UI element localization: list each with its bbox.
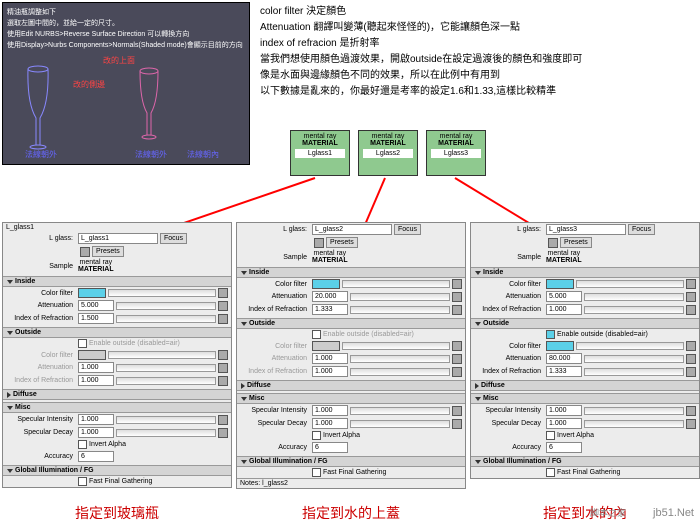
glass-wireframe-2 [135,65,163,143]
hypershade-nodes: mental rayMATERIALLglass1 mental rayMATE… [290,130,486,176]
attenuation-input[interactable] [78,300,114,311]
focus-button[interactable]: Focus [160,233,187,244]
node-lglass1[interactable]: mental rayMATERIALLglass1 [290,130,350,176]
attr-editor-2: L glass:Focus Presets Samplemental rayMA… [236,222,466,489]
preset-icon[interactable] [80,247,90,257]
notes-field[interactable]: Notes: l_glass2 [240,480,288,487]
enable-outside-checked[interactable] [546,330,555,339]
caption-1: 指定到玻璃瓶 [2,503,232,523]
attr-editor-1: L_glass1 L glass:Focus Presets Samplemen… [2,222,232,488]
label-top: 改的上面 [103,55,135,66]
caption-2: 指定到水的上蓋 [236,503,466,523]
attr-editor-3: L glass:Focus Presets Samplemental rayMA… [470,222,700,479]
chevron-down-icon[interactable] [7,280,13,284]
tab-name[interactable]: L_glass1 [6,224,34,231]
glass-wireframe-1 [23,63,53,153]
ior-input[interactable] [78,313,114,324]
watermark-text: 脚本之家 [590,506,626,519]
node-lglass3[interactable]: mental rayMATERIALLglass3 [426,130,486,176]
maya-viewport: 精油瓶調整如下選取左圖中間的，並給一定的尺寸。使用Edit NURBS>Reve… [2,2,250,165]
description-text: color filter 決定顏色Attenuation 翻譯叫變薄(聽起來怪怪… [260,4,582,100]
node-lglass2[interactable]: mental rayMATERIALLglass2 [358,130,418,176]
presets-button[interactable]: Presets [92,246,124,257]
watermark-site: jb51.Net [653,507,694,519]
name-field[interactable] [78,233,158,244]
enable-outside-checkbox[interactable] [78,339,87,348]
slider[interactable] [108,289,216,297]
color-swatch[interactable] [78,288,106,298]
viewport-notes: 精油瓶調整如下選取左圖中間的，並給一定的尺寸。使用Edit NURBS>Reve… [3,3,249,55]
label-side: 改的側邊 [73,79,105,90]
